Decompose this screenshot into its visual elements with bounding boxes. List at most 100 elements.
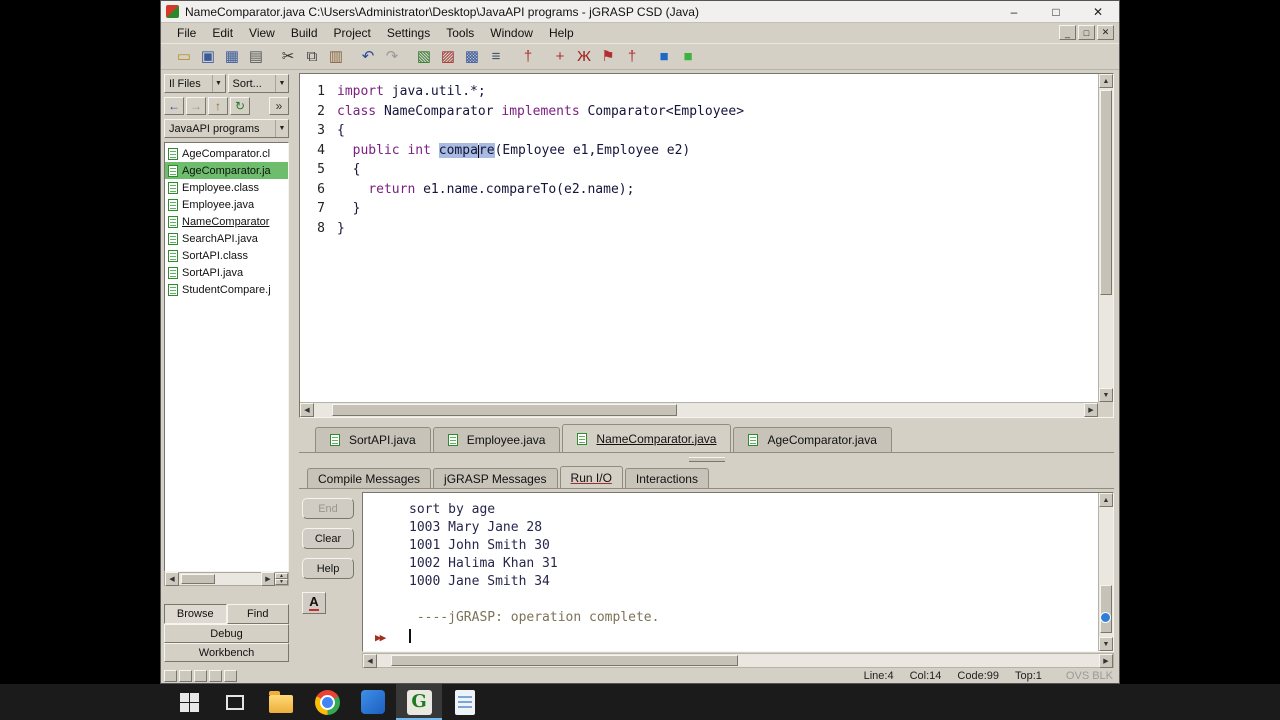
io-vscrollbar[interactable]: ▲ ▼ — [1098, 493, 1113, 651]
io-hscrollbar[interactable]: ◀ ▶ — [362, 653, 1114, 668]
font-button[interactable]: A — [302, 592, 326, 614]
open-file-button[interactable]: ▭ — [173, 46, 195, 68]
taskbar-taskview-button[interactable] — [212, 684, 258, 720]
redo-button[interactable]: ↷ — [381, 46, 403, 68]
tab-interactions[interactable]: Interactions — [624, 468, 709, 488]
scrollbar-thumb[interactable] — [1100, 90, 1112, 295]
file-item[interactable]: SortAPI.java — [165, 264, 288, 281]
run-io-output[interactable]: sort by age 1003 Mary Jane 28 1001 John Sm… — [362, 492, 1114, 652]
scrollbar-thumb[interactable] — [391, 655, 738, 666]
statusbar-toggle-3-icon[interactable] — [194, 669, 207, 682]
compile-button[interactable]: + — [549, 46, 571, 68]
menu-help[interactable]: Help — [541, 24, 582, 42]
paste-button[interactable]: ▥ — [325, 46, 347, 68]
files-filter-dropdown[interactable]: Il Files ▼ — [164, 74, 226, 93]
file-item[interactable]: NameComparator — [165, 213, 288, 230]
menu-tools[interactable]: Tools — [438, 24, 482, 42]
file-item[interactable]: AgeComparator.ja — [165, 162, 288, 179]
file-list[interactable]: AgeComparator.cl AgeComparator.ja Employee… — [164, 142, 289, 572]
taskbar-jgrasp-button[interactable]: G — [396, 684, 442, 720]
find-button[interactable]: Find — [226, 604, 289, 624]
taskbar-folder-button[interactable] — [258, 684, 304, 720]
minimize-button[interactable]: – — [993, 1, 1035, 22]
menu-settings[interactable]: Settings — [379, 24, 438, 42]
editor-hscrollbar[interactable]: ◀ ▶ — [300, 402, 1098, 417]
interactions-square-button[interactable]: ■ — [653, 46, 675, 68]
sort-dropdown[interactable]: Sort... ▼ — [227, 74, 289, 93]
scrollbar-thumb[interactable] — [1100, 585, 1112, 633]
refresh-button[interactable]: ↻ — [230, 97, 250, 115]
code-editor[interactable]: 1 import java.util.*; 2 class NameComparato… — [299, 73, 1114, 418]
file-list-hscrollbar[interactable]: ◀ ▶ ▲ ▼ — [164, 572, 289, 586]
clear-button[interactable]: Clear — [302, 528, 354, 549]
mdi-close-button[interactable]: ✕ — [1097, 25, 1114, 40]
taskbar-start-button[interactable] — [166, 684, 212, 720]
editor-vscrollbar[interactable]: ▲ ▼ — [1098, 74, 1113, 402]
scrollbar-thumb[interactable] — [181, 574, 216, 584]
back-button[interactable]: ← — [164, 97, 184, 115]
tab-run-i-o[interactable]: Run I/O — [559, 466, 623, 488]
file-item[interactable]: StudentCompare.j — [165, 281, 288, 298]
print-button[interactable]: ▤ — [245, 46, 267, 68]
maximize-button[interactable]: □ — [1035, 1, 1077, 22]
browse-button[interactable]: Browse — [164, 604, 227, 624]
menu-build[interactable]: Build — [283, 24, 326, 42]
close-button[interactable]: ✕ — [1077, 1, 1119, 22]
file-tab[interactable]: SortAPI.java — [315, 427, 431, 452]
file-item[interactable]: SearchAPI.java — [165, 230, 288, 247]
breakpoint-pin-button[interactable]: † — [621, 46, 643, 68]
scroll-left-icon[interactable]: ◀ — [363, 653, 377, 668]
workbench-button[interactable]: Workbench — [164, 643, 289, 662]
save-button[interactable]: ▣ — [197, 46, 219, 68]
more-button[interactable]: » — [269, 97, 289, 115]
file-tab[interactable]: NameComparator.java — [562, 424, 732, 452]
workbench-square-button[interactable]: ■ — [677, 46, 699, 68]
scroll-down-icon[interactable]: ▼ — [1099, 388, 1113, 402]
menu-edit[interactable]: Edit — [204, 24, 241, 42]
statusbar-toggle-5-icon[interactable] — [224, 669, 237, 682]
title-bar[interactable]: NameComparator.java C:\Users\Administrat… — [161, 1, 1119, 23]
mdi-minimize-button[interactable]: _ — [1059, 25, 1076, 40]
mdi-restore-button[interactable]: □ — [1078, 25, 1095, 40]
tab-compile-messages[interactable]: Compile Messages — [307, 468, 432, 488]
scroll-down-icon[interactable]: ▼ — [1099, 637, 1113, 651]
scrollbar-track[interactable] — [1099, 88, 1113, 388]
end-button[interactable]: End — [302, 498, 354, 519]
file-item[interactable]: Employee.java — [165, 196, 288, 213]
debug-flag-button[interactable]: ⚑ — [597, 46, 619, 68]
statusbar-toggle-2-icon[interactable] — [179, 669, 192, 682]
file-item[interactable]: SortAPI.class — [165, 247, 288, 264]
file-item[interactable]: AgeComparator.cl — [165, 145, 288, 162]
scroll-right-icon[interactable]: ▶ — [1084, 403, 1098, 417]
menu-window[interactable]: Window — [482, 24, 541, 42]
scroll-down-icon[interactable]: ▼ — [275, 579, 288, 585]
scroll-left-icon[interactable]: ◀ — [165, 572, 179, 586]
undo-button[interactable]: ↶ — [357, 46, 379, 68]
number-lines-button[interactable]: ≡ — [485, 46, 507, 68]
forward-button[interactable]: → — [186, 97, 206, 115]
statusbar-toggle-1-icon[interactable] — [164, 669, 177, 682]
statusbar-toggle-4-icon[interactable] — [209, 669, 222, 682]
scroll-right-icon[interactable]: ▶ — [261, 572, 275, 586]
menu-file[interactable]: File — [169, 24, 204, 42]
menu-view[interactable]: View — [241, 24, 283, 42]
view-book-button[interactable]: ▩ — [461, 46, 483, 68]
scrollbar-track[interactable] — [179, 573, 261, 585]
taskbar-blueapp-button[interactable] — [350, 684, 396, 720]
taskbar-chrome-button[interactable] — [304, 684, 350, 720]
up-folder-button[interactable]: ↑ — [208, 97, 228, 115]
file-tab[interactable]: AgeComparator.java — [733, 427, 892, 452]
splitter-handle[interactable] — [299, 453, 1114, 466]
debug-button[interactable]: Debug — [164, 624, 289, 643]
file-tab[interactable]: Employee.java — [432, 427, 561, 452]
project-dropdown[interactable]: JavaAPI programs ▼ — [164, 119, 289, 138]
help-button[interactable]: Help — [302, 558, 354, 579]
freeze-pin-button[interactable]: † — [517, 46, 539, 68]
scroll-right-icon[interactable]: ▶ — [1099, 653, 1113, 668]
scrollbar-track[interactable] — [314, 403, 1084, 417]
tab-jgrasp-messages[interactable]: jGRASP Messages — [433, 468, 558, 488]
copy-button[interactable]: ⧉ — [301, 46, 323, 68]
scroll-up-icon[interactable]: ▲ — [1099, 493, 1113, 507]
save-all-button[interactable]: ▦ — [221, 46, 243, 68]
scrollbar-track[interactable] — [377, 654, 1099, 667]
